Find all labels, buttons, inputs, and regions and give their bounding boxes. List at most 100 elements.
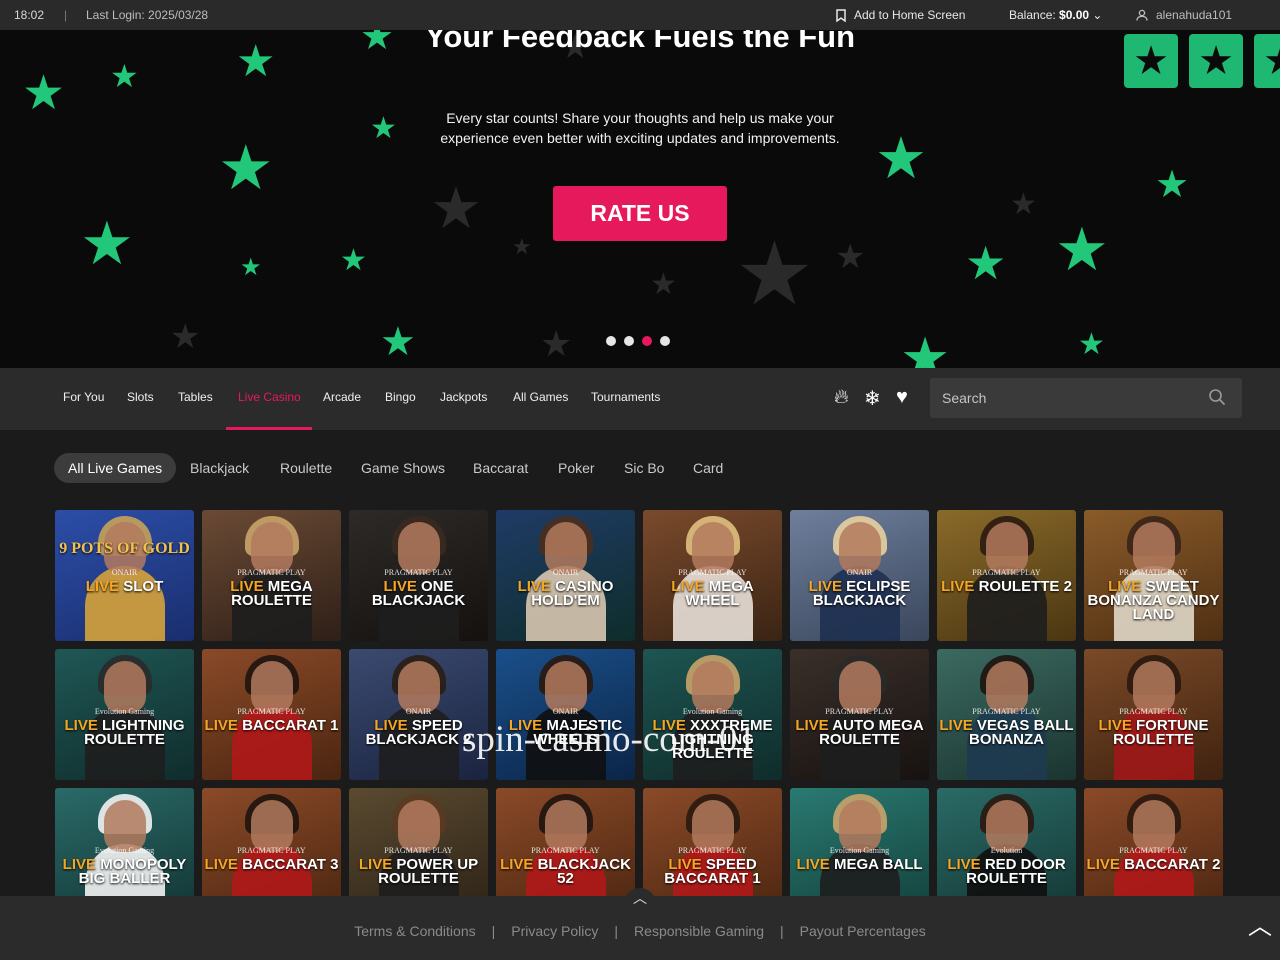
- provider-logo: PRAGMATIC PLAY: [237, 707, 306, 716]
- game-tile[interactable]: ONAIR LIVE ECLIPSE BLACKJACK: [790, 510, 929, 641]
- game-tile[interactable]: PRAGMATIC PLAY LIVE MEGA WHEEL: [643, 510, 782, 641]
- nav-tab-all-games[interactable]: All Games: [513, 390, 568, 404]
- filter-chip-baccarat[interactable]: Baccarat: [473, 453, 528, 483]
- provider-logo: Evolution Gaming: [829, 846, 890, 855]
- star-icon: ★: [900, 326, 951, 369]
- game-tile[interactable]: PRAGMATIC PLAY LIVE MEGA ROULETTE: [202, 510, 341, 641]
- dealer-face: [250, 800, 293, 852]
- balance-dropdown[interactable]: Balance: $0.00 ⌄: [1009, 8, 1102, 22]
- provider-logo: ONAIR: [846, 568, 873, 577]
- game-title: LIVE AUTO MEGA ROULETTE: [790, 718, 929, 747]
- game-name: MEGA BALL: [833, 856, 923, 873]
- provider-logo: PRAGMATIC PLAY: [384, 846, 453, 855]
- provider-logo: PRAGMATIC PLAY: [825, 707, 894, 716]
- nav-tab-slots[interactable]: Slots: [127, 390, 154, 404]
- carousel-dot[interactable]: [660, 336, 670, 346]
- game-title: LIVE MEGA BALL: [790, 856, 929, 873]
- game-title: LIVE BLACKJACK 52: [496, 857, 635, 886]
- filter-chip-all-live-games[interactable]: All Live Games: [54, 453, 177, 483]
- provider-logo: PRAGMATIC PLAY: [237, 846, 306, 855]
- provider-logo: PRAGMATIC PLAY: [678, 846, 747, 855]
- dealer-face: [250, 661, 293, 713]
- live-tag: LIVE: [1086, 856, 1120, 873]
- dealer-face: [544, 522, 587, 574]
- live-tag: LIVE: [204, 856, 238, 873]
- live-tag: LIVE: [85, 578, 120, 595]
- footer-separator: |: [614, 923, 619, 939]
- last-login: Last Login: 2025/03/28: [86, 8, 209, 22]
- game-tile[interactable]: PRAGMATIC PLAY LIVE FORTUNE ROULETTE: [1084, 649, 1223, 780]
- game-tile[interactable]: PRAGMATIC PLAY LIVE SWEET BONANZA CANDY L…: [1084, 510, 1223, 641]
- rating-star-icon: ★: [1254, 34, 1280, 88]
- search-icon[interactable]: [1208, 388, 1226, 406]
- nav-tab-bingo[interactable]: Bingo: [385, 390, 416, 404]
- watermark: spin-casino-com-01: [462, 719, 756, 760]
- nav-tab-tournaments[interactable]: Tournaments: [591, 390, 660, 404]
- provider-logo: ONAIR: [111, 568, 138, 577]
- provider-logo: PRAGMATIC PLAY: [531, 846, 600, 855]
- carousel-dot[interactable]: [624, 336, 634, 346]
- game-title: LIVE RED DOOR ROULETTE: [937, 857, 1076, 886]
- footer-link-responsible-gaming[interactable]: Responsible Gaming: [634, 923, 764, 939]
- dealer-face: [1132, 800, 1175, 852]
- nav-tab-arcade[interactable]: Arcade: [323, 390, 361, 404]
- game-tile[interactable]: PRAGMATIC PLAY LIVE ONE BLACKJACK: [349, 510, 488, 641]
- dealer-face: [397, 800, 440, 852]
- game-tile[interactable]: PRAGMATIC PLAY LIVE ROULETTE 2: [937, 510, 1076, 641]
- add-home-label: Add to Home Screen: [854, 8, 966, 22]
- username: alenahuda101: [1156, 8, 1233, 22]
- nav-tab-live-casino[interactable]: Live Casino: [238, 390, 301, 404]
- snowflake-icon[interactable]: ❄: [864, 386, 881, 411]
- filter-chip-blackjack[interactable]: Blackjack: [190, 453, 249, 483]
- carousel-dot[interactable]: [606, 336, 616, 346]
- game-title: LIVE BACCARAT 3: [202, 856, 341, 873]
- game-name: ROULETTE 2: [978, 578, 1072, 595]
- game-tile[interactable]: Evolution Gaming LIVE LIGHTNING ROULETTE: [55, 649, 194, 780]
- provider-logo: PRAGMATIC PLAY: [678, 568, 747, 577]
- nav-tab-tables[interactable]: Tables: [178, 390, 213, 404]
- filter-chip-poker[interactable]: Poker: [558, 453, 595, 483]
- star-icon: ★: [218, 134, 274, 203]
- provider-logo: Evolution Gaming: [682, 707, 743, 716]
- filter-chip-sic-bo[interactable]: Sic Bo: [624, 453, 664, 483]
- game-tile[interactable]: PRAGMATIC PLAY LIVE AUTO MEGA ROULETTE: [790, 649, 929, 780]
- fire-icon[interactable]: 🔥︎: [834, 386, 849, 409]
- scroll-top-icon[interactable]: ︿: [1248, 906, 1272, 941]
- live-tag: LIVE: [939, 717, 973, 734]
- rate-us-button[interactable]: RATE US: [553, 186, 727, 241]
- game-name: BACCARAT 2: [1124, 856, 1221, 873]
- star-icon: ★: [80, 210, 134, 277]
- game-title: LIVE VEGAS BALL BONANZA: [937, 717, 1076, 747]
- game-tile[interactable]: ONAIR LIVE SLOT 9 POTS OF GOLD: [55, 510, 194, 641]
- provider-logo: PRAGMATIC PLAY: [972, 568, 1041, 577]
- user-menu[interactable]: alenahuda101: [1136, 8, 1232, 22]
- footer-link-payout-percentages[interactable]: Payout Percentages: [800, 923, 926, 939]
- rating-star-icon: ★: [1189, 34, 1243, 88]
- footer-links: Terms & Conditions | Privacy Policy | Respon…: [0, 923, 1280, 939]
- search-input[interactable]: [930, 378, 1200, 418]
- game-tile[interactable]: ONAIR LIVE CASINO HOLD'EM: [496, 510, 635, 641]
- nav-tab-for-you[interactable]: For You: [63, 390, 104, 404]
- nav-tab-jackpots[interactable]: Jackpots: [440, 390, 487, 404]
- heart-icon[interactable]: ♥: [896, 386, 908, 409]
- star-icon: ★: [1055, 216, 1109, 283]
- game-title: LIVE SPEED BACCARAT 1: [643, 857, 782, 886]
- filter-chip-game-shows[interactable]: Game Shows: [361, 453, 445, 483]
- star-icon: ★: [370, 112, 397, 145]
- dealer-face: [985, 522, 1028, 574]
- footer-link-terms-conditions[interactable]: Terms & Conditions: [354, 923, 475, 939]
- carousel-dot[interactable]: [642, 336, 652, 346]
- game-tile[interactable]: PRAGMATIC PLAY LIVE VEGAS BALL BONANZA: [937, 649, 1076, 780]
- separator: |: [64, 8, 68, 22]
- dealer-face: [250, 522, 293, 574]
- footer-separator: |: [491, 923, 496, 939]
- star-icon: ★: [875, 126, 927, 191]
- dealer-face: [838, 800, 881, 852]
- add-home-button[interactable]: Add to Home Screen: [836, 8, 965, 22]
- footer-link-privacy-policy[interactable]: Privacy Policy: [511, 923, 598, 939]
- star-icon: ★: [240, 254, 262, 281]
- game-tile[interactable]: PRAGMATIC PLAY LIVE BACCARAT 1: [202, 649, 341, 780]
- filter-chip-roulette[interactable]: Roulette: [280, 453, 332, 483]
- filter-chip-card[interactable]: Card: [693, 453, 723, 483]
- game-title: LIVE MEGA ROULETTE: [202, 579, 341, 608]
